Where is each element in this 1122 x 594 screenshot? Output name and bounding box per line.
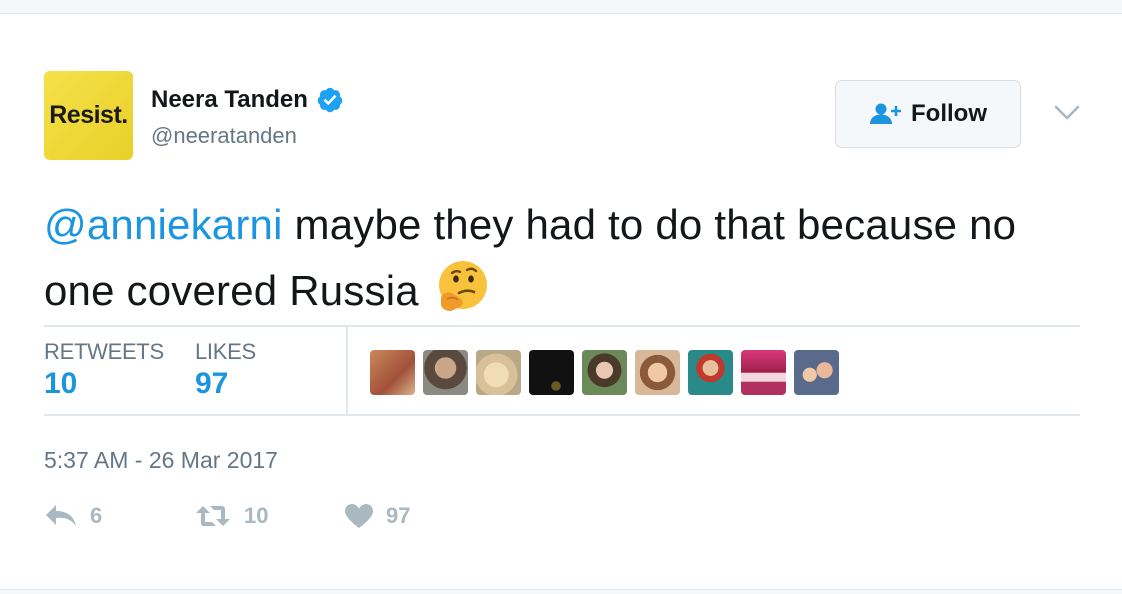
- liker-avatar[interactable]: [794, 350, 839, 395]
- top-border: [0, 0, 1122, 14]
- retweet-count: 10: [244, 503, 269, 528]
- heart-icon: [345, 504, 373, 528]
- liker-avatars: [370, 350, 847, 395]
- retweet-icon: [196, 506, 230, 526]
- liker-avatar[interactable]: [582, 350, 627, 395]
- like-count: 97: [386, 503, 411, 528]
- verified-badge-icon: [317, 87, 343, 113]
- add-user-icon: [870, 103, 901, 124]
- liker-avatar[interactable]: [688, 350, 733, 395]
- tweet-text: @anniekarni maybe they had to do that be…: [44, 192, 1094, 324]
- reply-count: 6: [90, 503, 103, 528]
- tweet-stats: RETWEETS 10 LIKES 97: [44, 327, 1080, 414]
- retweet-action[interactable]: 10: [194, 503, 344, 529]
- retweets-label[interactable]: RETWEETS: [44, 339, 164, 365]
- author-avatar[interactable]: Resist.: [44, 71, 133, 160]
- liker-avatar[interactable]: [476, 350, 521, 395]
- liker-avatar[interactable]: [741, 350, 786, 395]
- follow-button[interactable]: Follow: [835, 80, 1021, 148]
- avatar-text: Resist.: [49, 101, 128, 129]
- author-username[interactable]: @neeratanden: [151, 123, 297, 149]
- author-fullname-row[interactable]: Neera Tanden: [151, 86, 344, 114]
- stats-bottom-divider: [44, 414, 1080, 416]
- tweet-timestamp[interactable]: 5:37 AM - 26 Mar 2017: [44, 447, 278, 474]
- liker-avatar[interactable]: [370, 350, 415, 395]
- bottom-border: [0, 589, 1122, 594]
- author-fullname[interactable]: Neera Tanden: [151, 86, 308, 114]
- liker-avatar[interactable]: [423, 350, 468, 395]
- thinking-face-icon: [438, 261, 487, 311]
- like-action[interactable]: 97: [344, 503, 494, 529]
- tweet-card: Resist. Neera Tanden @neeratanden Follow…: [0, 14, 1122, 589]
- reply-action[interactable]: 6: [44, 503, 194, 529]
- retweets-count[interactable]: 10: [44, 367, 77, 401]
- stats-separator: [346, 327, 348, 414]
- tweet-actions: 6 10 97: [44, 503, 494, 529]
- mention-link[interactable]: @anniekarni: [44, 201, 283, 248]
- follow-button-label: Follow: [911, 100, 987, 127]
- likes-label[interactable]: LIKES: [195, 339, 256, 365]
- liker-avatar[interactable]: [635, 350, 680, 395]
- chevron-down-icon[interactable]: [1054, 104, 1080, 122]
- liker-avatar[interactable]: [529, 350, 574, 395]
- reply-icon: [46, 505, 76, 526]
- likes-count[interactable]: 97: [195, 367, 228, 401]
